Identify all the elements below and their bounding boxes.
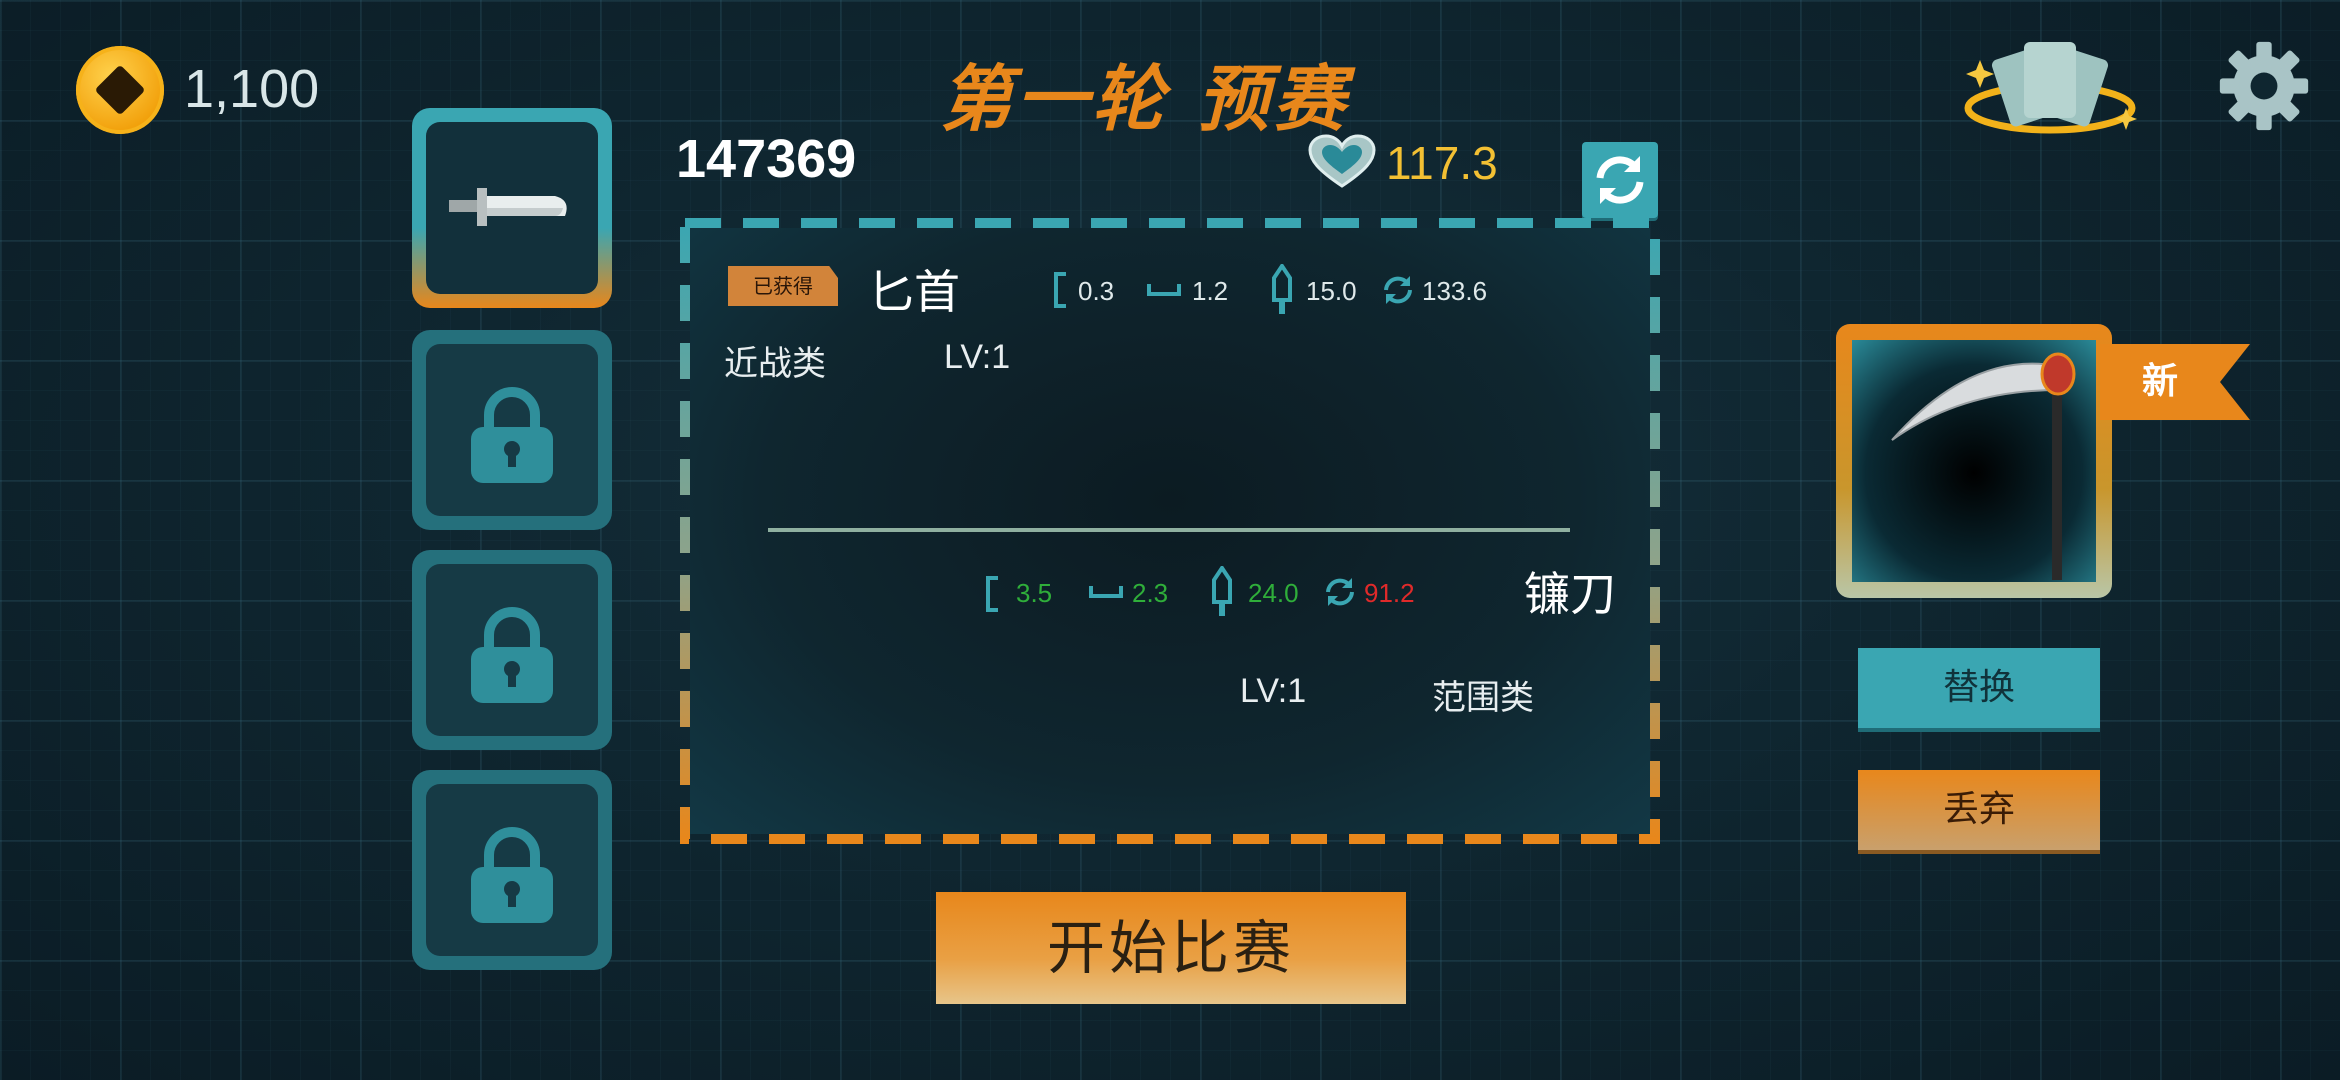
gear-icon[interactable] — [2216, 38, 2312, 138]
dagger-icon — [449, 188, 567, 226]
refresh-icon — [1596, 156, 1644, 204]
new-category: 范围类 — [1432, 679, 1534, 717]
speed-icon — [1384, 276, 1412, 304]
round-title: 第一轮 预赛 — [940, 57, 1350, 141]
discard-button[interactable]: 丢弃 — [1858, 770, 2100, 850]
current-speed: 133.6 — [1422, 276, 1488, 306]
coin-count: 1,100 — [184, 59, 320, 119]
new-damage: 24.0 — [1248, 578, 1299, 608]
score-value: 147369 — [676, 129, 857, 189]
cards-icon[interactable] — [1950, 30, 2150, 154]
range-icon — [986, 576, 998, 612]
current-damage: 15.0 — [1306, 276, 1357, 306]
current-category: 近战类 — [724, 345, 826, 383]
start-match-button[interactable]: 开始比赛 — [936, 892, 1406, 1004]
speed-icon — [1326, 578, 1354, 606]
damage-icon — [1272, 264, 1292, 314]
width-icon — [1089, 586, 1123, 598]
weapon-slot-3[interactable] — [412, 550, 612, 750]
current-level: LV:1 — [944, 338, 1011, 376]
weapon-slot-2[interactable] — [412, 330, 612, 530]
replace-button[interactable]: 替换 — [1858, 648, 2100, 728]
refresh-button[interactable] — [1582, 142, 1658, 218]
current-range: 0.3 — [1078, 276, 1115, 306]
heart-icon — [1308, 134, 1376, 194]
hp-value: 117.3 — [1386, 137, 1498, 189]
current-width: 1.2 — [1192, 276, 1229, 306]
range-icon — [1054, 272, 1066, 308]
lock-icon — [471, 827, 553, 923]
scythe-icon — [1891, 352, 2076, 580]
owned-tag: 已获得 — [728, 266, 838, 306]
coin-icon — [76, 46, 164, 134]
new-level: LV:1 — [1240, 672, 1307, 710]
new-width: 2.3 — [1132, 578, 1169, 608]
lock-icon — [471, 387, 553, 483]
lock-icon — [471, 607, 553, 703]
current-weapon-name: 匕首 — [868, 265, 960, 319]
weapon-slot-1[interactable] — [412, 108, 612, 308]
compare-divider — [768, 528, 1570, 532]
damage-icon — [1212, 566, 1232, 616]
new-weapon-name: 镰刀 — [1524, 567, 1616, 621]
width-icon — [1147, 284, 1181, 296]
weapon-slot-4[interactable] — [412, 770, 612, 970]
new-range: 3.5 — [1016, 578, 1053, 608]
new-weapon-preview — [1836, 324, 2112, 598]
new-speed: 91.2 — [1364, 578, 1415, 608]
